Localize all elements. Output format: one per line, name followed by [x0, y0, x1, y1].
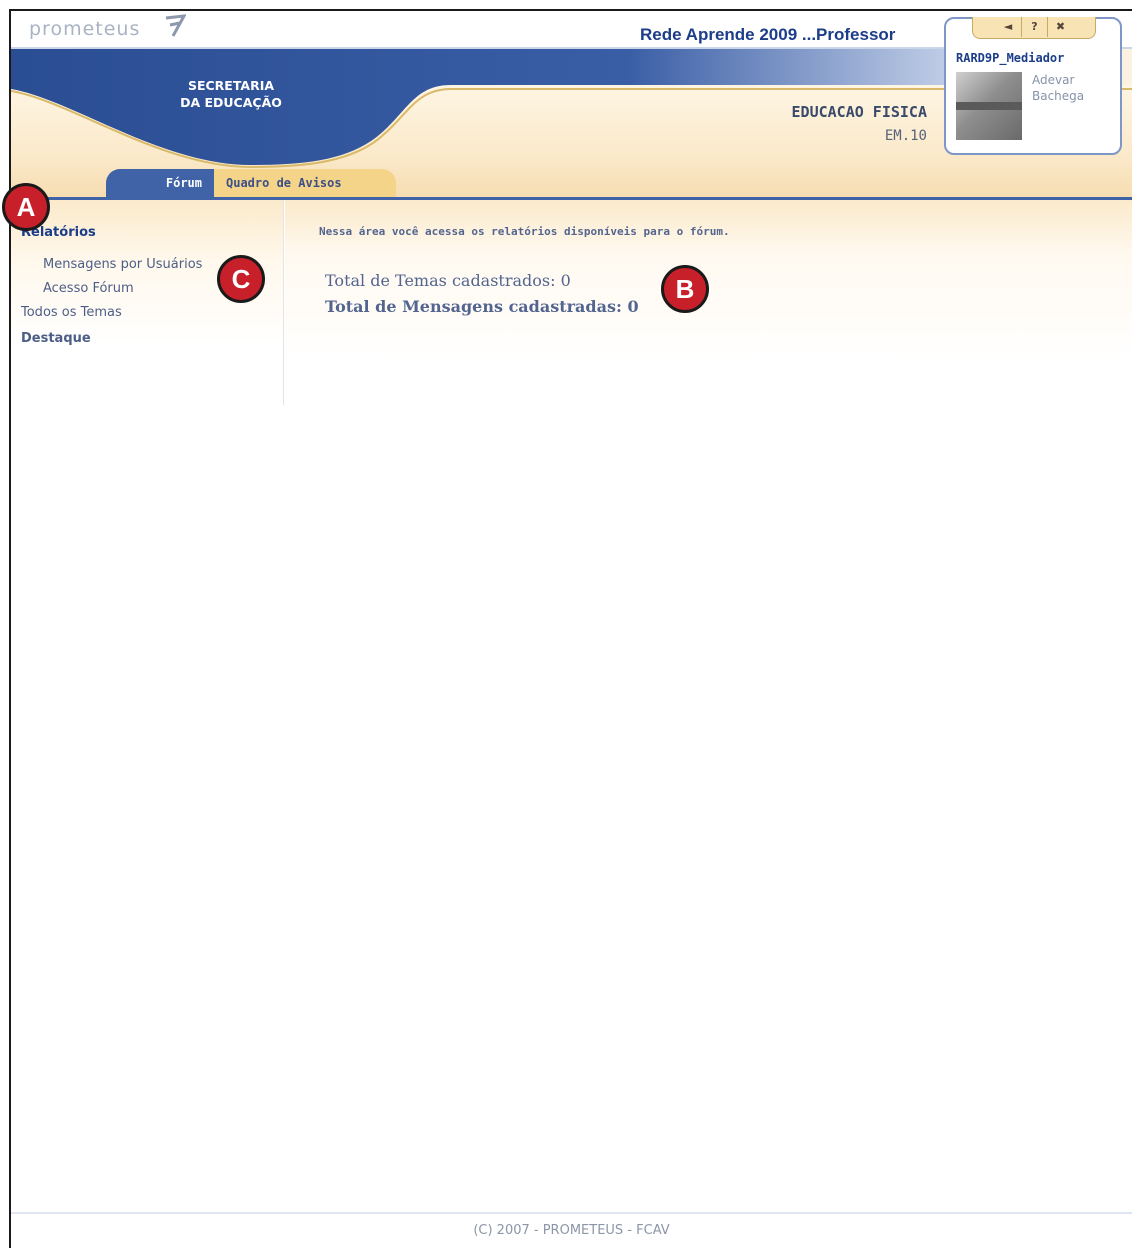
user-last-name: Bachega	[1032, 89, 1085, 103]
close-icon[interactable]: ✖	[1047, 17, 1073, 37]
logo-arrow-icon	[165, 14, 186, 37]
stat-total-mensagens: Total de Mensagens cadastradas: 0	[325, 297, 639, 316]
org-title: SECRETARIA DA EDUCAÇÃO	[161, 77, 301, 111]
site-title: Rede Aprende 2009 ...Professor	[640, 25, 896, 44]
footer-copyright: (C) 2007 - PROMETEUS - FCAV	[473, 1223, 670, 1238]
course-code: EM.10	[884, 128, 927, 144]
username: RARD9P_Mediador	[956, 51, 1065, 65]
main-content: Nessa área você acessa os relatórios dis…	[285, 200, 1132, 360]
tab-forum[interactable]: Fórum	[106, 169, 214, 197]
org-title-line2: DA EDUCAÇÃO	[180, 95, 282, 110]
window-controls: ◄ ? ✖	[972, 17, 1096, 39]
user-card: ◄ ? ✖ RARD9P_Mediador Adevar Bachega	[944, 17, 1122, 155]
back-icon[interactable]: ◄	[995, 17, 1021, 37]
prometeus-logo: prometeus	[29, 18, 141, 40]
app-frame: prometeus Rede Aprende 2009 ...Professor…	[9, 9, 1132, 1248]
callout-c: C	[217, 255, 265, 303]
footer: (C) 2007 - PROMETEUS - FCAV	[11, 1212, 1132, 1248]
sidebar-item-destaque[interactable]: Destaque	[21, 331, 91, 346]
user-first-name: Adevar	[1032, 73, 1075, 87]
sidebar-item-todos-os-temas[interactable]: Todos os Temas	[21, 305, 122, 320]
callout-b: B	[661, 265, 709, 313]
user-avatar	[956, 72, 1022, 140]
callout-a: A	[2, 183, 50, 231]
tab-quadro-de-avisos[interactable]: Quadro de Avisos	[214, 169, 396, 197]
sidebar-item-mensagens-por-usuarios[interactable]: Mensagens por Usuários	[43, 257, 202, 272]
intro-text: Nessa área você acessa os relatórios dis…	[319, 225, 730, 238]
org-title-line1: SECRETARIA	[187, 78, 275, 93]
help-icon[interactable]: ?	[1021, 17, 1047, 37]
sidebar-item-acesso-forum[interactable]: Acesso Fórum	[43, 281, 134, 296]
course-name: EDUCACAO FISICA	[791, 103, 927, 121]
stat-total-temas: Total de Temas cadastrados: 0	[325, 271, 571, 290]
